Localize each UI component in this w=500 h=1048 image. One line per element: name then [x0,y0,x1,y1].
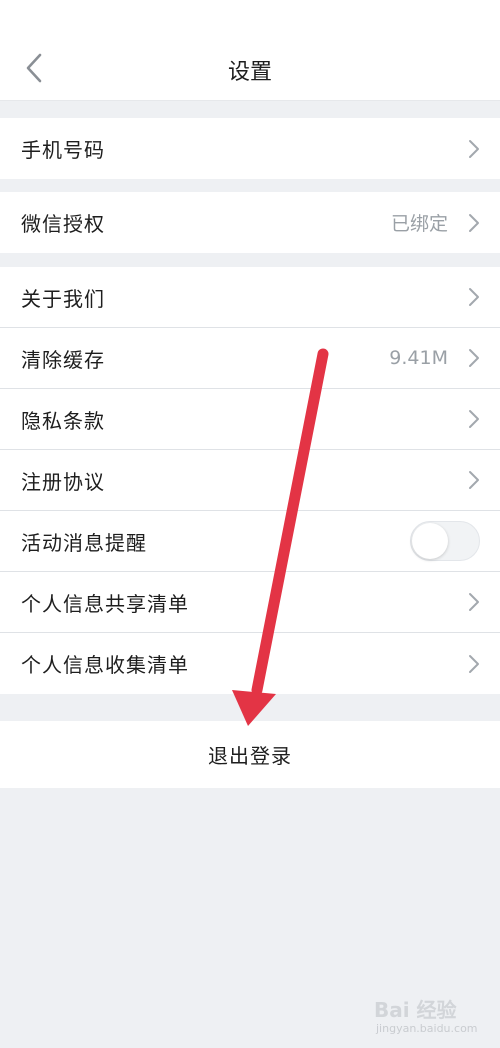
row-label: 个人信息收集清单 [21,653,189,677]
row-value: 已绑定 [390,213,448,235]
row-about-us[interactable]: 关于我们 [0,267,500,328]
watermark-brand: Bai 经验 [374,998,457,1022]
row-phone-number[interactable]: 手机号码 [0,118,500,179]
watermark-logo: Bai 经验 jingyan.baidu.com [374,994,478,1044]
row-info-sharing-list[interactable]: 个人信息共享清单 [0,572,500,633]
chevron-right-icon [466,408,482,430]
row-activity-notifications: 活动消息提醒 [0,511,500,572]
row-label: 隐私条款 [21,408,105,433]
chevron-right-icon [466,212,482,234]
settings-group-general: 关于我们 清除缓存 9.41M 隐私条款 注册协议 活动消息提醒 个人信息共享清… [0,267,500,694]
chevron-right-icon [466,138,482,160]
row-label: 手机号码 [21,138,105,162]
notification-toggle[interactable] [410,521,480,561]
row-value: 9.41M [389,347,448,369]
row-info-collection-list[interactable]: 个人信息收集清单 [0,633,500,694]
settings-group-account: 手机号码 [0,118,500,179]
row-registration-agreement[interactable]: 注册协议 [0,450,500,511]
watermark-url: jingyan.baidu.com [376,1022,478,1035]
row-wechat-auth[interactable]: 微信授权 已绑定 [0,192,500,253]
logout-button[interactable]: 退出登录 [0,721,500,788]
row-label: 关于我们 [21,286,105,311]
logout-label: 退出登录 [208,744,292,768]
row-label: 注册协议 [21,469,105,494]
chevron-right-icon [466,469,482,491]
row-privacy-terms[interactable]: 隐私条款 [0,389,500,450]
row-clear-cache[interactable]: 清除缓存 9.41M [0,328,500,389]
header-bar: 设置 [0,0,500,101]
row-label: 个人信息共享清单 [21,591,189,616]
settings-group-wechat: 微信授权 已绑定 [0,192,500,253]
chevron-right-icon [466,347,482,369]
row-label: 微信授权 [21,212,105,236]
chevron-right-icon [466,286,482,308]
chevron-right-icon [466,653,482,675]
row-label: 清除缓存 [21,347,105,372]
chevron-right-icon [466,591,482,613]
row-label: 活动消息提醒 [21,530,147,555]
page-title: 设置 [227,60,272,85]
toggle-knob [412,523,448,559]
